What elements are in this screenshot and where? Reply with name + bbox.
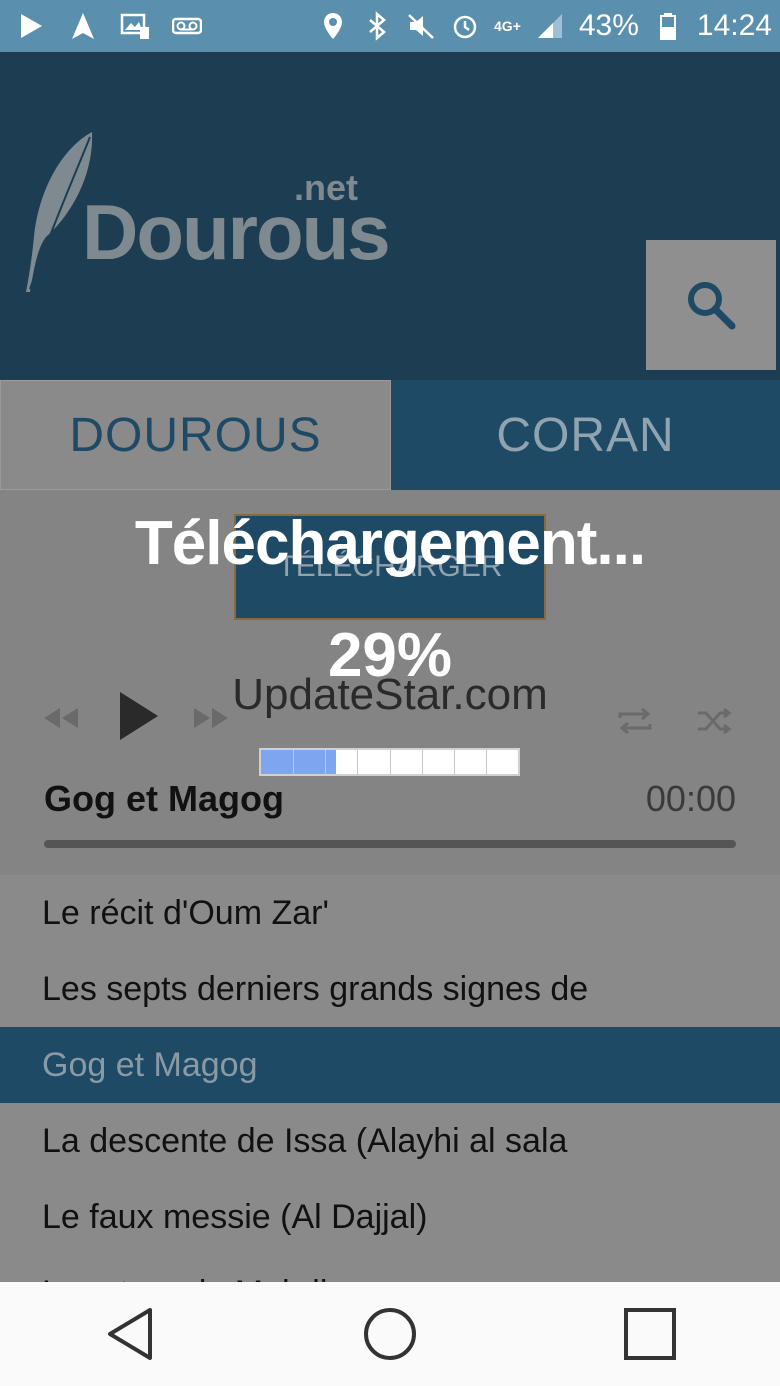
- download-percent: 29%: [327, 621, 453, 690]
- signal-icon: [535, 11, 565, 41]
- recents-icon: [624, 1308, 676, 1360]
- home-button[interactable]: [350, 1294, 430, 1374]
- list-item[interactable]: Le retour du Mahdi: [0, 1255, 780, 1282]
- track-time: 00:00: [645, 778, 736, 819]
- progress-segment-divider: [421, 750, 423, 774]
- list-item[interactable]: La descente de Issa (Alayhi al sala: [0, 1103, 780, 1179]
- progress-segment-divider: [485, 750, 487, 774]
- recents-button[interactable]: [610, 1294, 690, 1374]
- search-button[interactable]: [646, 240, 776, 370]
- navigation-bar: [0, 1282, 780, 1386]
- rewind-icon[interactable]: [40, 704, 80, 732]
- tab-coran[interactable]: CORAN: [391, 380, 780, 490]
- status-bar: 4G+ 43% 14:24: [0, 0, 780, 52]
- search-icon: [688, 282, 736, 330]
- battery-icon: [653, 11, 683, 41]
- progress-segment-divider: [293, 750, 295, 774]
- tab-bar: DOUROUS CORAN: [0, 380, 780, 490]
- repeat-icon[interactable]: [616, 706, 654, 736]
- download-progress-bar: [259, 748, 520, 776]
- logo: .net Dourous: [24, 127, 391, 297]
- back-button[interactable]: [90, 1294, 170, 1374]
- back-icon: [108, 1308, 152, 1360]
- fast-forward-icon[interactable]: [192, 704, 232, 732]
- mute-icon: [406, 11, 436, 41]
- navigation-icon: [68, 11, 98, 41]
- track-list: Le récit d'Oum Zar' Les septs derniers g…: [0, 875, 780, 1282]
- logo-text: Dourous: [82, 188, 391, 276]
- bluetooth-icon: [362, 11, 392, 41]
- location-icon: [318, 11, 348, 41]
- voicemail-icon: [172, 11, 202, 41]
- home-icon: [364, 1308, 416, 1360]
- seek-bar[interactable]: [44, 840, 736, 848]
- list-item-active[interactable]: Gog et Magog: [0, 1027, 780, 1103]
- download-overlay-title: Téléchargement...: [134, 509, 646, 578]
- progress-segment-divider: [357, 750, 359, 774]
- list-item[interactable]: Le récit d'Oum Zar': [0, 875, 780, 951]
- alarm-icon: [450, 11, 480, 41]
- track-title: Gog et Magog: [44, 778, 284, 819]
- play-icon[interactable]: [116, 690, 160, 742]
- list-item[interactable]: Les septs derniers grands signes de: [0, 951, 780, 1027]
- clock: 14:24: [696, 9, 772, 42]
- progress-segment-divider: [453, 750, 455, 774]
- progress-segment-divider: [389, 750, 391, 774]
- gallery-icon: [120, 11, 150, 41]
- play-store-icon: [16, 11, 46, 41]
- list-item[interactable]: Le faux messie (Al Dajjal): [0, 1179, 780, 1255]
- progress-segment-divider: [325, 750, 327, 774]
- app-header: .net Dourous: [0, 52, 780, 380]
- tab-dourous[interactable]: DOUROUS: [0, 380, 391, 490]
- network-type: 4G+: [494, 18, 521, 34]
- battery-percent: 43%: [578, 9, 639, 42]
- shuffle-icon[interactable]: [696, 706, 732, 736]
